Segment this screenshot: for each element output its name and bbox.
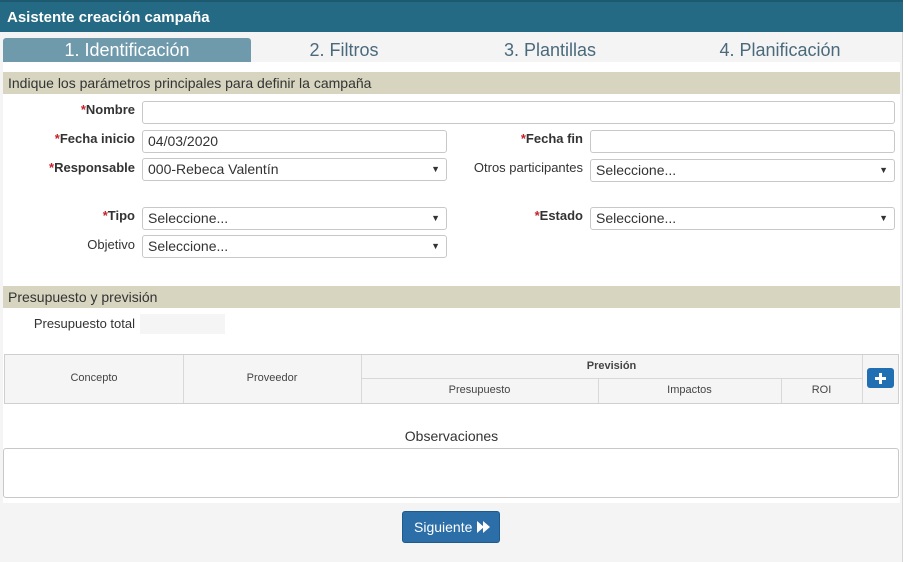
presupuesto-total-label: Presupuesto total [33, 316, 135, 331]
tipo-select[interactable]: Seleccione... ▼ [142, 207, 447, 230]
otros-participantes-value: Seleccione... [596, 162, 677, 178]
step-filtros[interactable]: 2. Filtros [251, 38, 437, 62]
objetivo-label: Objetivo [87, 237, 135, 252]
fecha-fin-input[interactable] [590, 130, 895, 153]
col-presupuesto: Presupuesto [448, 384, 511, 396]
form-content: Indique los parámetros principales para … [3, 62, 900, 503]
step-identificacion[interactable]: 1. Identificación [3, 38, 251, 62]
caret-down-icon: ▼ [431, 213, 440, 223]
objetivo-value: Seleccione... [148, 238, 229, 254]
otros-participantes-select[interactable]: Seleccione... ▼ [590, 159, 895, 182]
estado-label: *Estado [534, 208, 583, 223]
caret-down-icon: ▼ [879, 165, 888, 175]
responsable-select[interactable]: 000-Rebeca Valentín ▼ [142, 158, 447, 181]
table-divider [361, 378, 862, 379]
next-button[interactable]: Siguiente [402, 511, 500, 543]
estado-value: Seleccione... [596, 210, 677, 226]
caret-down-icon: ▼ [431, 241, 440, 251]
col-group-prevision: Previsión [586, 360, 637, 372]
budget-table: Concepto Proveedor Previsión Presupuesto… [4, 354, 899, 404]
observaciones-textarea[interactable] [3, 448, 899, 498]
fecha-inicio-label: *Fecha inicio [54, 131, 135, 146]
step-planificacion[interactable]: 4. Planificación [680, 38, 880, 62]
campaign-wizard-window: Asistente creación campaña 1. Identifica… [0, 0, 903, 562]
section-budget-header: Presupuesto y previsión [3, 286, 900, 308]
tipo-value: Seleccione... [148, 210, 229, 226]
observaciones-label: Observaciones [404, 428, 499, 444]
col-concepto: Concepto [70, 372, 118, 384]
fecha-inicio-input[interactable]: 04/03/2020 [142, 130, 447, 153]
window-title: Asistente creación campaña [0, 0, 903, 32]
presupuesto-total-value [140, 314, 225, 334]
col-impactos: Impactos [667, 384, 712, 396]
tipo-label: *Tipo [102, 208, 135, 223]
section-identification-header: Indique los parámetros principales para … [3, 72, 900, 94]
next-button-label: Siguiente [414, 519, 473, 535]
add-row-button[interactable] [867, 368, 894, 388]
estado-select[interactable]: Seleccione... ▼ [590, 207, 895, 230]
fecha-fin-label: *Fecha fin [520, 131, 583, 146]
step-plantillas[interactable]: 3. Plantillas [455, 38, 645, 62]
caret-down-icon: ▼ [879, 213, 888, 223]
col-roi: ROI [811, 384, 832, 396]
objetivo-select[interactable]: Seleccione... ▼ [142, 235, 447, 258]
caret-down-icon: ▼ [431, 164, 440, 174]
otros-participantes-label: Otros participantes [473, 160, 583, 175]
col-proveedor: Proveedor [246, 372, 298, 384]
responsable-value: 000-Rebeca Valentín [148, 161, 279, 177]
nombre-input[interactable] [142, 101, 895, 124]
wizard-steps: 1. Identificación 2. Filtros 3. Plantill… [0, 38, 903, 62]
table-divider [862, 355, 863, 403]
responsable-label: *Responsable [49, 160, 135, 175]
nombre-label: *Nombre [80, 102, 135, 117]
